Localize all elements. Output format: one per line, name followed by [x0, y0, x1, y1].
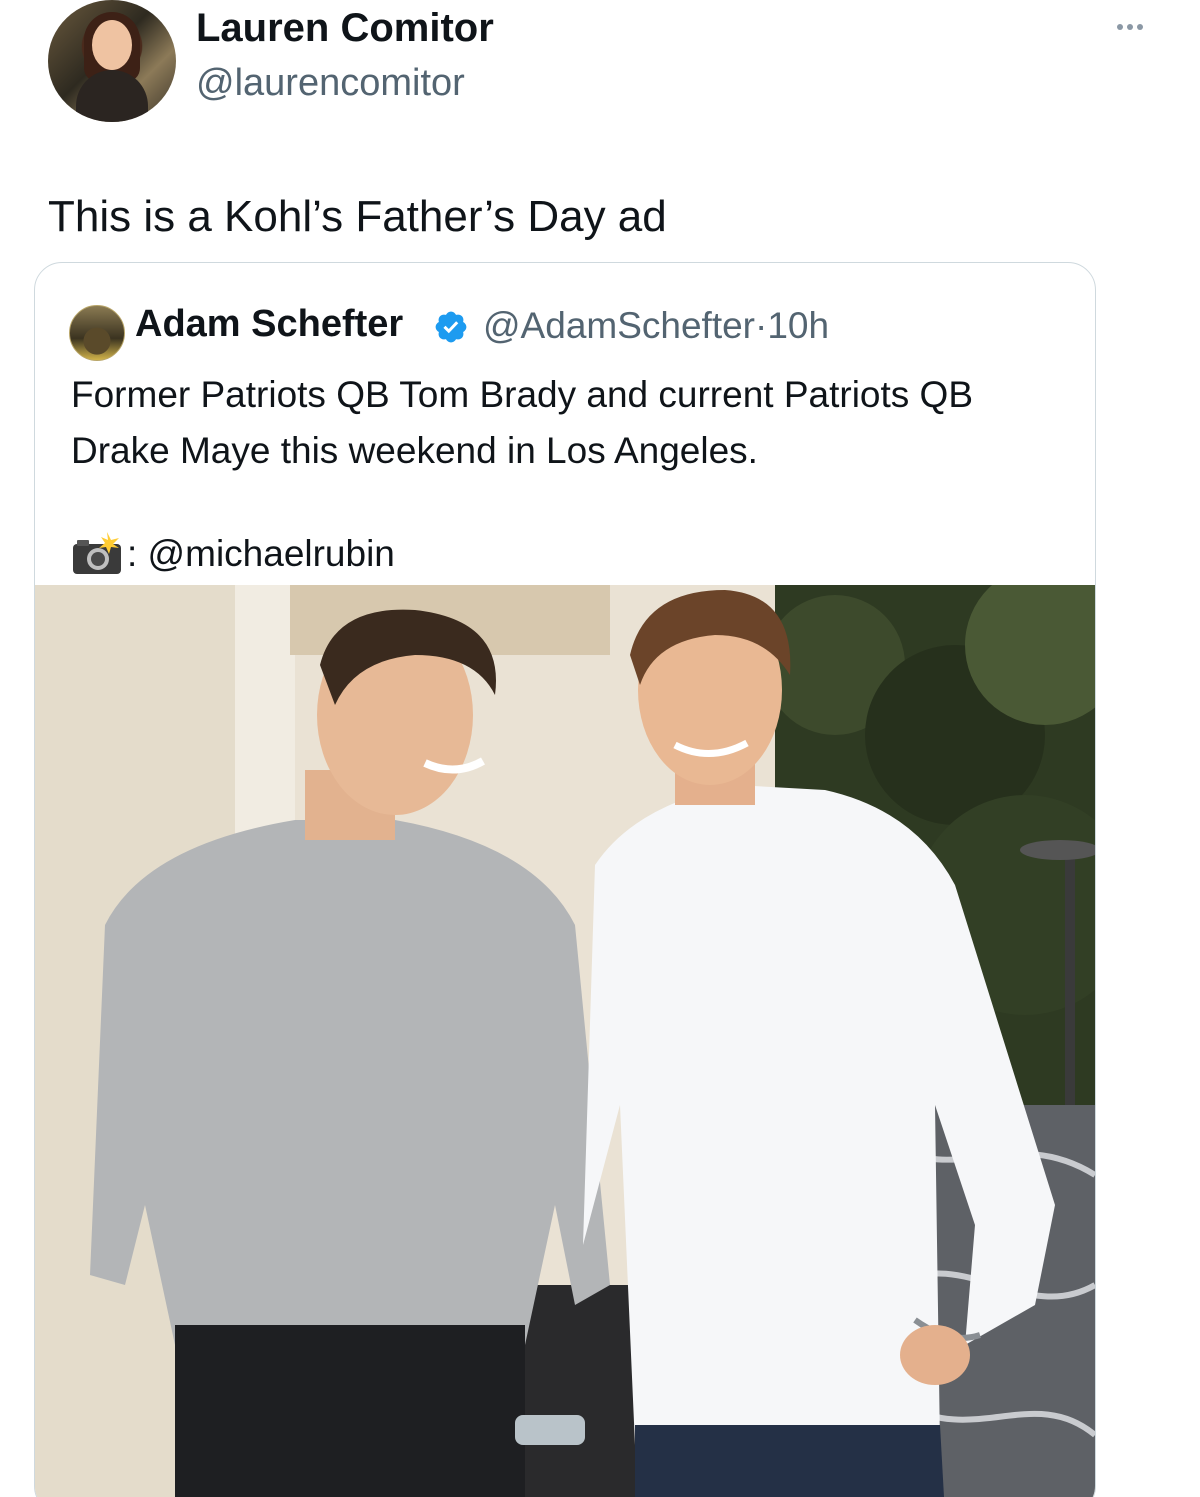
- quoted-tweet-card[interactable]: Adam Schefter @AdamSchefter·10h Former P…: [34, 262, 1096, 1497]
- tweet-photo[interactable]: [35, 585, 1095, 1497]
- photo-illustration: [35, 585, 1095, 1497]
- tweet-time: 10h: [767, 305, 830, 346]
- tweet-text: This is a Kohl’s Father’s Day ad: [48, 192, 667, 241]
- photo-credit-text[interactable]: : @michaelrubin: [127, 533, 395, 575]
- quoted-author-name[interactable]: Adam Schefter: [135, 303, 403, 346]
- author-handle[interactable]: @laurencomitor: [196, 62, 465, 105]
- more-dot: [1127, 24, 1133, 30]
- more-options-icon[interactable]: [1110, 12, 1150, 42]
- quoted-tweet-text: Former Patriots QB Tom Brady and current…: [71, 374, 974, 471]
- camera-flash-icon: [73, 532, 121, 574]
- quoted-author-avatar[interactable]: [69, 305, 125, 361]
- avatar[interactable]: [48, 0, 176, 122]
- author-name[interactable]: Lauren Comitor: [196, 6, 494, 51]
- more-dot: [1137, 24, 1143, 30]
- verified-badge-icon: [435, 311, 467, 343]
- tweet-page: Lauren Comitor @laurencomitor This is a …: [0, 0, 1200, 1497]
- avatar-face: [92, 20, 132, 70]
- avatar-body: [76, 70, 148, 122]
- photo-credit: : @michaelrubin: [71, 529, 395, 579]
- quoted-author-handle-line[interactable]: @AdamSchefter·10h: [483, 305, 829, 347]
- meta-separator: ·: [755, 305, 768, 346]
- quoted-author-handle: @AdamSchefter: [483, 305, 756, 346]
- more-dot: [1117, 24, 1123, 30]
